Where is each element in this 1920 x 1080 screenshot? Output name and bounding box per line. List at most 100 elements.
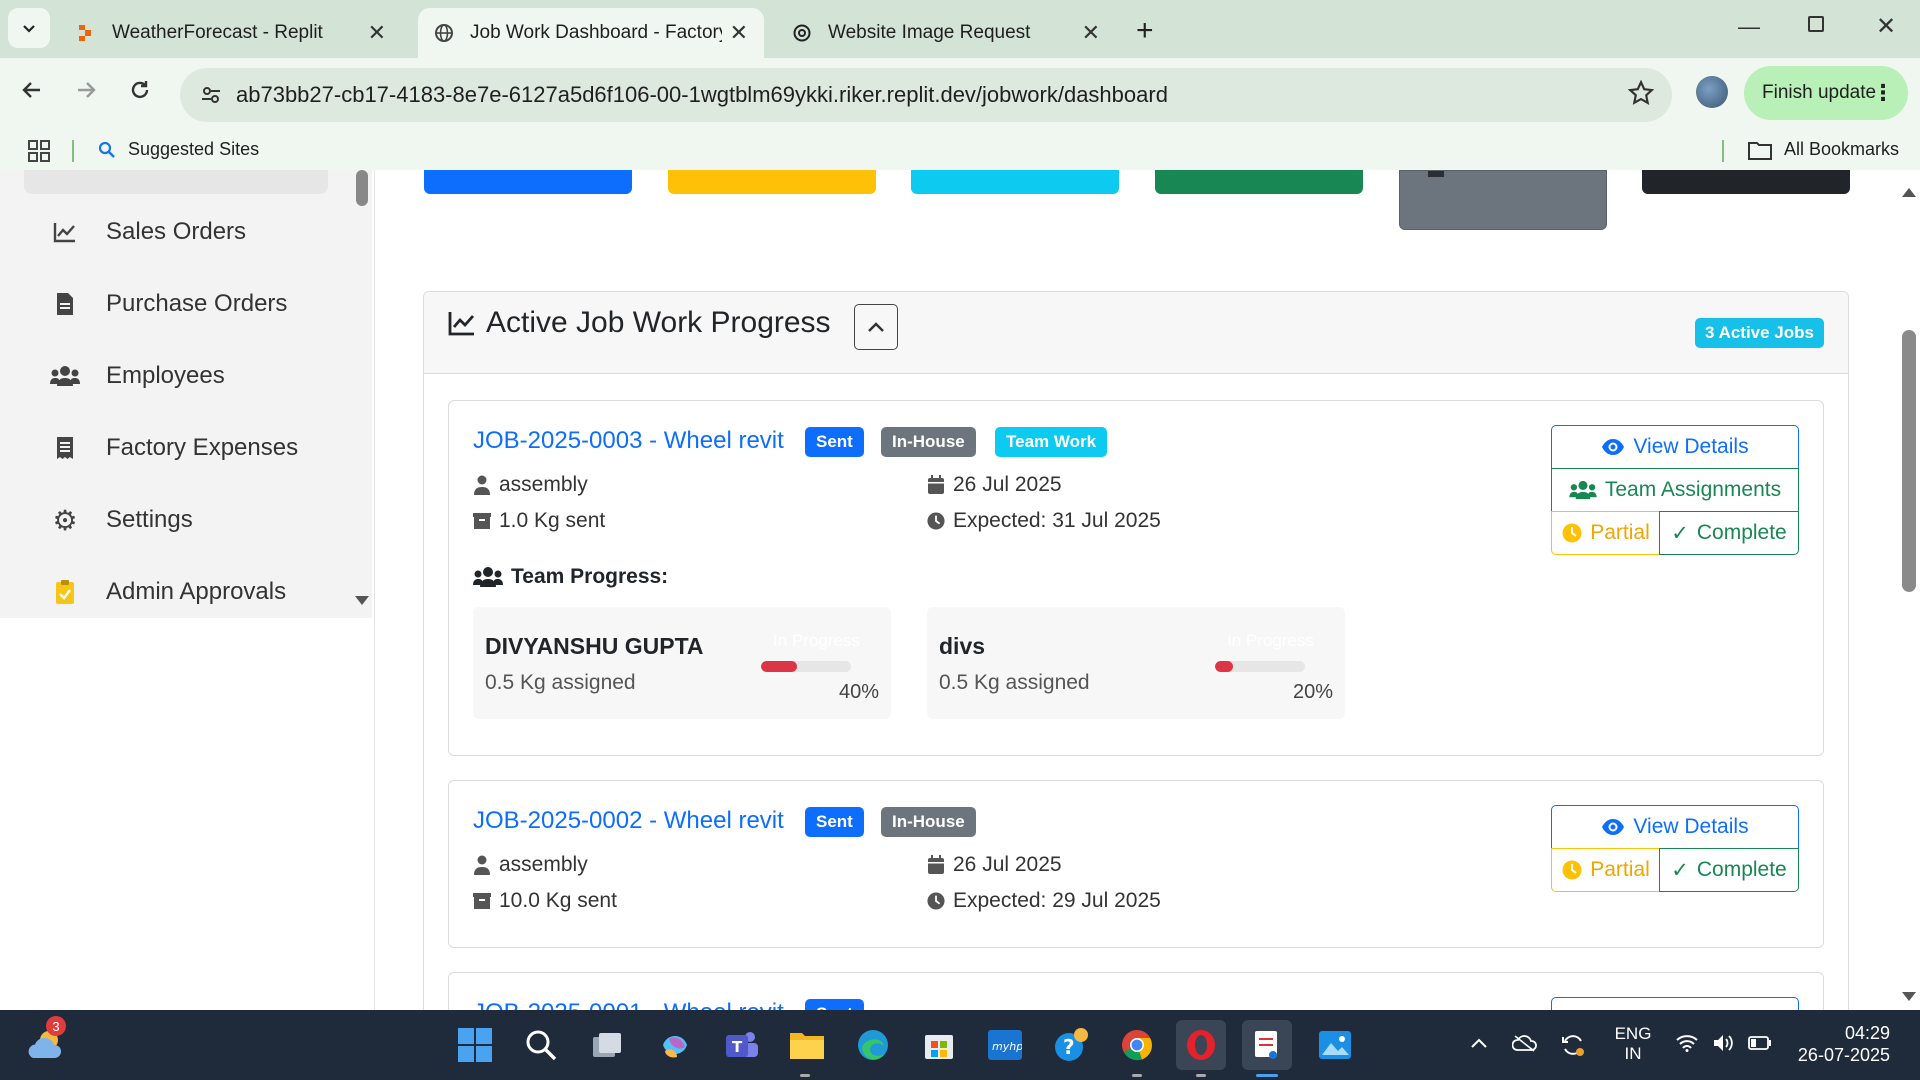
- team-progress-heading: Team Progress:: [473, 565, 668, 589]
- region-code: IN: [1624, 1044, 1642, 1063]
- close-icon[interactable]: ✕: [368, 20, 386, 46]
- site-info-icon[interactable]: [200, 84, 222, 106]
- sync-icon[interactable]: [1560, 1032, 1586, 1063]
- snipping-tool-app-icon[interactable]: [1242, 1020, 1292, 1070]
- team-assignments-button[interactable]: Team Assignments: [1551, 468, 1799, 512]
- page-scrollbar-thumb[interactable]: [1902, 330, 1916, 592]
- chrome-app-icon[interactable]: [1116, 1024, 1158, 1066]
- new-tab-button[interactable]: +: [1136, 14, 1154, 48]
- clock[interactable]: 04:29 26-07-2025: [1790, 1022, 1900, 1066]
- url-text: ab73bb27-cb17-4183-8e7e-6127a5d6f106-00-…: [236, 82, 1168, 107]
- eye-icon: [1602, 819, 1625, 835]
- partial-label: Partial: [1590, 858, 1650, 881]
- photos-app-icon[interactable]: [1314, 1024, 1356, 1066]
- sidebar-item-label: Purchase Orders: [106, 290, 288, 317]
- view-details-button[interactable]: View Details: [1551, 425, 1799, 469]
- page-scroll-up-arrow[interactable]: [1902, 188, 1916, 197]
- svg-text:T: T: [732, 1038, 743, 1056]
- stat-card-dark[interactable]: [1642, 170, 1850, 194]
- svg-text:myhp: myhp: [992, 1040, 1022, 1053]
- battery-icon[interactable]: [1748, 1036, 1772, 1055]
- close-icon[interactable]: ✕: [730, 20, 748, 46]
- finish-update-button[interactable]: Finish update ⋮: [1744, 66, 1908, 120]
- onedrive-icon[interactable]: [1511, 1034, 1538, 1057]
- volume-icon[interactable]: [1712, 1033, 1736, 1058]
- tab-website-image-request[interactable]: Website Image Request ✕: [776, 8, 1116, 58]
- weather-widget[interactable]: 3: [26, 1016, 68, 1066]
- minimize-button[interactable]: —: [1738, 14, 1760, 40]
- stat-card-primary[interactable]: [424, 170, 632, 194]
- user-icon: [473, 855, 491, 875]
- panel-header: Active Job Work Progress 3 Active Jobs: [424, 292, 1848, 374]
- reload-button[interactable]: [128, 78, 152, 109]
- job-date-text: 26 Jul 2025: [953, 853, 1062, 876]
- tab-weatherforecast[interactable]: WeatherForecast - Replit ✕: [60, 8, 402, 58]
- taskbar-search-button[interactable]: [520, 1024, 562, 1066]
- stat-card-info[interactable]: [911, 170, 1119, 194]
- sidebar-item-sales-orders[interactable]: Sales Orders: [50, 212, 246, 252]
- wifi-icon[interactable]: [1676, 1034, 1698, 1057]
- task-view-button[interactable]: [586, 1024, 628, 1066]
- opera-app-icon[interactable]: [1176, 1020, 1226, 1070]
- job-title-link[interactable]: JOB-2025-0001 - Wheel revit: [473, 999, 784, 1010]
- check-icon: ✓: [1671, 858, 1689, 882]
- complete-button[interactable]: ✓ Complete: [1659, 511, 1799, 555]
- forward-button[interactable]: [74, 78, 98, 109]
- complete-button[interactable]: ✓ Complete: [1659, 848, 1799, 892]
- show-hidden-icons-button[interactable]: [1470, 1036, 1488, 1054]
- tab-title: WeatherForecast - Replit: [112, 22, 323, 43]
- sidebar-item-settings[interactable]: ⚙ Settings: [50, 500, 193, 540]
- job-title-link[interactable]: JOB-2025-0003 - Wheel revit: [473, 427, 784, 455]
- team-member-status: In Progress: [773, 631, 860, 650]
- sidebar-scrollbar[interactable]: [352, 170, 372, 618]
- sidebar-item-admin-approvals[interactable]: Admin Approvals: [50, 572, 286, 612]
- page-scroll-down-arrow[interactable]: [1902, 992, 1916, 1001]
- microsoft-store-app-icon[interactable]: [918, 1024, 960, 1066]
- scroll-down-arrow[interactable]: [355, 596, 369, 605]
- file-explorer-app-icon[interactable]: [786, 1024, 828, 1066]
- stat-card-success[interactable]: [1155, 170, 1363, 194]
- start-button[interactable]: [454, 1024, 496, 1066]
- restore-button[interactable]: [1808, 16, 1824, 32]
- sidebar-item-employees[interactable]: Employees: [50, 356, 225, 396]
- bookmark-suggested-sites[interactable]: Suggested Sites: [98, 139, 259, 160]
- job-title-link[interactable]: JOB-2025-0002 - Wheel revit: [473, 807, 784, 835]
- team-member-progress-bar: [1215, 661, 1305, 672]
- address-bar[interactable]: ab73bb27-cb17-4183-8e7e-6127a5d6f106-00-…: [180, 68, 1672, 122]
- folder-icon: [1748, 141, 1772, 160]
- partial-button[interactable]: Partial: [1551, 511, 1661, 555]
- stat-card-secondary[interactable]: [1399, 170, 1607, 230]
- tab-title: Website Image Request: [828, 22, 1031, 43]
- weather-badge-count: 3: [52, 1018, 60, 1034]
- badge-in-house: In-House: [881, 807, 976, 837]
- profile-avatar[interactable]: [1696, 76, 1728, 108]
- team-member-card: DIVYANSHU GUPTA 0.5 Kg assigned In Progr…: [473, 607, 891, 719]
- bookmark-star-icon[interactable]: [1627, 79, 1655, 112]
- copilot-app-icon[interactable]: [654, 1024, 696, 1066]
- sidebar: Sales Orders Purchase Orders Employees F…: [0, 170, 372, 618]
- view-details-button[interactable]: View Details: [1551, 805, 1799, 849]
- sidebar-item-label: Settings: [106, 506, 193, 533]
- bookmarks-bar: Suggested Sites All Bookmarks: [0, 130, 1920, 170]
- edge-app-icon[interactable]: [852, 1024, 894, 1066]
- svg-text:?: ?: [1063, 1035, 1075, 1059]
- close-icon[interactable]: ✕: [1082, 20, 1100, 46]
- tab-search-button[interactable]: [8, 8, 50, 48]
- sidebar-item-purchase-orders[interactable]: Purchase Orders: [50, 284, 287, 324]
- stat-card-warning[interactable]: [668, 170, 876, 194]
- view-details-button[interactable]: [1551, 997, 1799, 1010]
- scrollbar-thumb[interactable]: [356, 170, 368, 206]
- all-bookmarks-button[interactable]: All Bookmarks: [1748, 139, 1899, 160]
- tab-job-work-dashboard[interactable]: Job Work Dashboard - Factory M ✕: [418, 8, 764, 58]
- language-indicator[interactable]: ENG IN: [1610, 1024, 1656, 1064]
- back-button[interactable]: [20, 78, 44, 109]
- apps-grid-icon[interactable]: [28, 140, 50, 167]
- sidebar-item-factory-expenses[interactable]: Factory Expenses: [50, 428, 298, 468]
- collapse-button[interactable]: [854, 304, 898, 350]
- clock-icon: [1562, 523, 1582, 543]
- close-window-button[interactable]: ✕: [1876, 12, 1896, 41]
- get-help-app-icon[interactable]: ?: [1050, 1024, 1092, 1066]
- partial-button[interactable]: Partial: [1551, 848, 1661, 892]
- myhp-app-icon[interactable]: myhp: [984, 1024, 1026, 1066]
- teams-app-icon[interactable]: T: [720, 1024, 762, 1066]
